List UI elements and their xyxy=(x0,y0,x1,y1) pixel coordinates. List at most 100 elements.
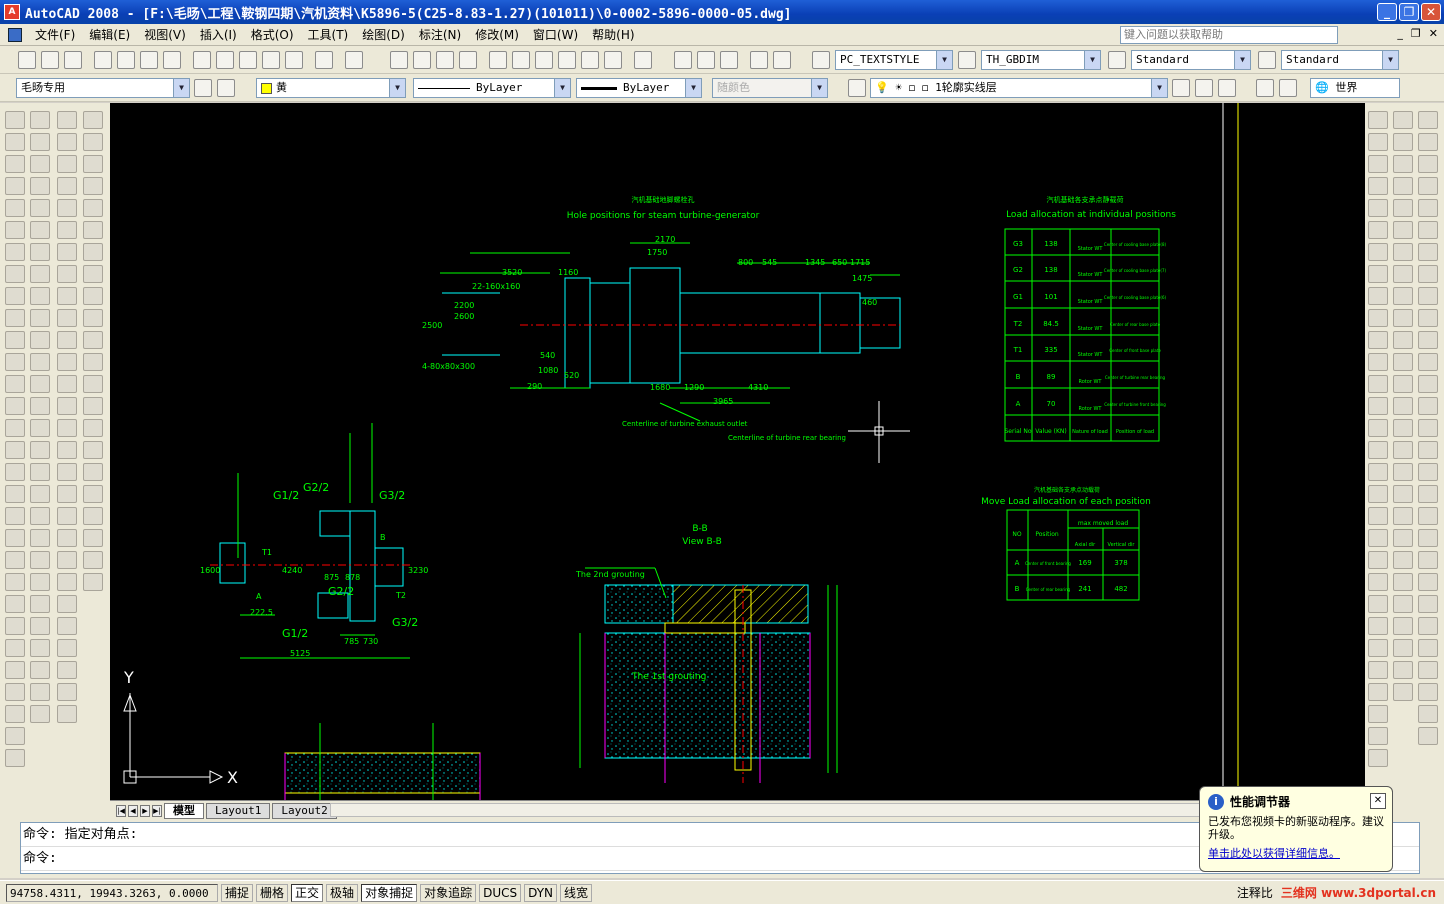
ellipse-arc-icon[interactable] xyxy=(5,331,25,349)
render-tool-d-icon[interactable] xyxy=(1418,177,1438,195)
dim-style-icon[interactable] xyxy=(57,529,77,547)
ucs-select[interactable]: 🌐 世界 xyxy=(1310,78,1400,98)
print-icon[interactable] xyxy=(94,51,112,69)
layer-tool3-icon[interactable] xyxy=(720,51,738,69)
lineweight-select[interactable]: ByLayer ▼ xyxy=(576,78,702,98)
layer-manager-icon[interactable] xyxy=(848,79,866,97)
inspection-icon[interactable] xyxy=(57,419,77,437)
modify-tool-e-icon[interactable] xyxy=(1393,463,1413,481)
grid-toggle[interactable]: 栅格 xyxy=(256,883,289,902)
render-tool-w-icon[interactable] xyxy=(1418,595,1438,613)
mtext-icon[interactable] xyxy=(5,507,25,525)
color-wheel-icon[interactable] xyxy=(30,573,50,591)
view-back-icon[interactable] xyxy=(1368,661,1388,679)
table-style-select[interactable]: Standard ▼ xyxy=(1131,50,1251,70)
drawing-canvas[interactable]: 汽机基础地脚螺栓孔 Hole positions for steam turbi… xyxy=(110,103,1365,800)
autocad-app-icon[interactable]: A xyxy=(4,4,20,20)
render-tool-b-icon[interactable] xyxy=(1418,133,1438,151)
spellcheck-icon[interactable] xyxy=(57,617,77,635)
helix-icon[interactable] xyxy=(83,551,103,569)
tolerance-icon[interactable] xyxy=(57,375,77,393)
pen3-icon[interactable] xyxy=(1393,573,1413,591)
center-mark-icon[interactable] xyxy=(57,397,77,415)
ellipse-icon[interactable] xyxy=(5,309,25,327)
render-tool-t-icon[interactable] xyxy=(1418,529,1438,547)
view-left-icon[interactable] xyxy=(1368,595,1388,613)
arc-icon[interactable] xyxy=(5,221,25,239)
steering-wheel-icon[interactable] xyxy=(30,705,50,723)
menu-file[interactable]: 文件(F) xyxy=(28,26,82,43)
revolve-icon[interactable] xyxy=(83,397,103,415)
linear-dim-icon[interactable] xyxy=(57,111,77,129)
region-icon[interactable] xyxy=(5,463,25,481)
menu-format[interactable]: 格式(O) xyxy=(244,26,301,43)
edit-text-icon[interactable] xyxy=(30,485,50,503)
menu-view[interactable]: 视图(V) xyxy=(137,26,193,43)
ucs-zaxis-icon[interactable] xyxy=(1393,155,1413,173)
offset-icon[interactable] xyxy=(30,177,50,195)
snap-intersection-icon[interactable] xyxy=(1368,155,1388,173)
subtract-icon[interactable] xyxy=(83,485,103,503)
ordinate-dim-icon[interactable] xyxy=(57,177,77,195)
area-icon[interactable] xyxy=(1368,463,1388,481)
layer-tool2-icon[interactable] xyxy=(697,51,715,69)
find-text-icon[interactable] xyxy=(57,639,77,657)
match-properties-icon[interactable] xyxy=(262,51,280,69)
planar-surface-icon[interactable] xyxy=(83,573,103,591)
close-button[interactable]: ✕ xyxy=(1421,3,1441,21)
view-top-icon[interactable] xyxy=(1368,551,1388,569)
coordinates-readout[interactable]: 94758.4311, 19943.3263, 0.0000 xyxy=(6,883,218,902)
rectangle-icon[interactable] xyxy=(5,199,25,217)
render-tool-i-icon[interactable] xyxy=(1418,287,1438,305)
menu-dimension[interactable]: 标注(N) xyxy=(412,26,468,43)
block-editor-icon[interactable] xyxy=(285,51,303,69)
3d-align-icon[interactable] xyxy=(83,221,103,239)
cut-icon[interactable] xyxy=(193,51,211,69)
menu-help[interactable]: 帮助(H) xyxy=(585,26,641,43)
chamfer-icon[interactable] xyxy=(30,397,50,415)
explode-icon[interactable] xyxy=(30,441,50,459)
render-tool-l-icon[interactable] xyxy=(1418,353,1438,371)
jogged-dim-icon[interactable] xyxy=(57,221,77,239)
plot-icon[interactable] xyxy=(5,749,25,767)
otrack-toggle[interactable]: 对象追踪 xyxy=(420,883,477,902)
solid-edit-icon[interactable] xyxy=(83,287,103,305)
render-tool-f-icon[interactable] xyxy=(1418,221,1438,239)
construction-line-icon[interactable] xyxy=(5,133,25,151)
modify-tool-d-icon[interactable] xyxy=(1393,441,1413,459)
help-search-input[interactable]: 键入问题以获取帮助 xyxy=(1120,26,1338,44)
list-icon[interactable] xyxy=(1368,507,1388,525)
viewport-icon[interactable] xyxy=(5,705,25,723)
render-tool-z-icon[interactable] xyxy=(1418,661,1438,679)
gradient-icon[interactable] xyxy=(5,441,25,459)
publish-icon[interactable] xyxy=(140,51,158,69)
copy-icon[interactable] xyxy=(216,51,234,69)
paste-icon[interactable] xyxy=(239,51,257,69)
ucs-world-icon[interactable] xyxy=(1393,111,1413,129)
line-icon[interactable] xyxy=(5,111,25,129)
menu-window[interactable]: 窗口(W) xyxy=(526,26,585,43)
render-tool-bb-icon[interactable] xyxy=(1418,705,1438,723)
slice-icon[interactable] xyxy=(83,309,103,327)
distance-icon[interactable] xyxy=(1368,441,1388,459)
zoom-previous-icon[interactable] xyxy=(459,51,477,69)
render-tool-n-icon[interactable] xyxy=(1418,397,1438,415)
3d-array-icon[interactable] xyxy=(83,265,103,283)
id-point-icon[interactable] xyxy=(1368,529,1388,547)
table-style-icon[interactable] xyxy=(1108,51,1126,69)
layer-tool4-icon[interactable] xyxy=(750,51,768,69)
text-a-icon[interactable] xyxy=(1393,507,1413,525)
doc-restore-icon[interactable]: ❐ xyxy=(1411,27,1421,40)
view-right-icon[interactable] xyxy=(1368,617,1388,635)
ortho-toggle[interactable]: 正交 xyxy=(291,883,324,902)
render-tool-cc-icon[interactable] xyxy=(1418,727,1438,745)
dim-edit-icon[interactable] xyxy=(57,441,77,459)
document-icon[interactable] xyxy=(8,27,22,42)
text-style-a-icon[interactable] xyxy=(57,551,77,569)
snap-perpendicular-icon[interactable] xyxy=(1368,287,1388,305)
extend-icon[interactable] xyxy=(30,331,50,349)
render-tool-s-icon[interactable] xyxy=(1418,507,1438,525)
render-tool-o-icon[interactable] xyxy=(1418,419,1438,437)
snap-endpoint-icon[interactable] xyxy=(1368,111,1388,129)
layer-tool-icon[interactable] xyxy=(674,51,692,69)
